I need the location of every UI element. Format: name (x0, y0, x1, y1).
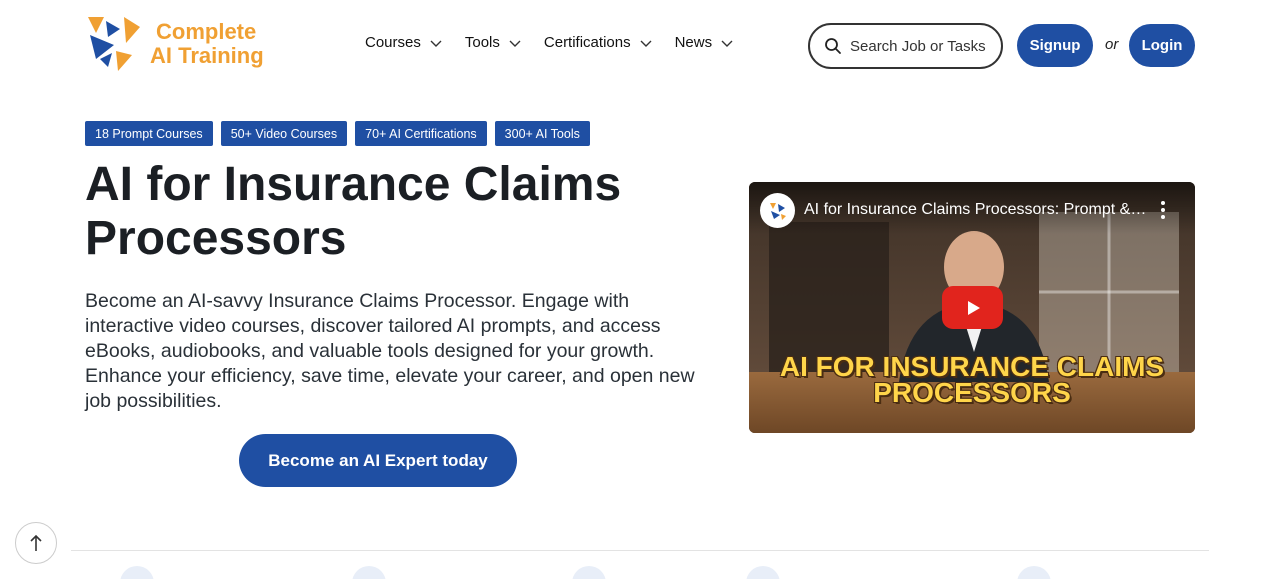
search-input[interactable] (850, 37, 1000, 55)
play-button[interactable] (942, 286, 1003, 329)
scroll-to-top-button[interactable] (15, 522, 57, 564)
logo-icon (88, 17, 140, 71)
tab-icon (1017, 566, 1051, 579)
bottom-tab[interactable] (746, 566, 780, 579)
nav-courses[interactable]: Courses (365, 34, 443, 51)
video-caption: AI FOR INSURANCE CLAIMS PROCESSORS (749, 353, 1195, 408)
arrow-up-icon (30, 534, 42, 551)
signup-button[interactable]: Signup (1017, 24, 1093, 67)
brand-logo[interactable]: Complete AI Training (86, 14, 276, 74)
nav-label: Certifications (543, 34, 631, 51)
badge-video-courses[interactable]: 50+ Video Courses (220, 121, 348, 146)
brand-line-1: Complete (156, 19, 257, 44)
login-button[interactable]: Login (1129, 24, 1195, 67)
chevron-down-icon (509, 40, 521, 47)
hero-description: Become an AI-savvy Insurance Claims Proc… (85, 290, 695, 412)
badge-ai-tools[interactable]: 300+ AI Tools (494, 121, 590, 146)
nav-certifications[interactable]: Certifications (544, 34, 653, 51)
tab-icon (120, 566, 154, 579)
main-nav: Courses Tools Certifications News (365, 34, 756, 51)
chevron-down-icon (721, 40, 733, 47)
search-box[interactable] (808, 23, 1003, 69)
feature-badges: 18 Prompt Courses 50+ Video Courses 70+ … (85, 121, 598, 146)
video-title[interactable]: AI for Insurance Claims Processors: Prom… (804, 201, 1149, 219)
video-caption-line-2: PROCESSORS (873, 377, 1071, 408)
bottom-tab[interactable] (352, 566, 386, 579)
bottom-tab[interactable] (120, 566, 154, 579)
nav-label: Courses (365, 34, 421, 51)
page-title: AI for Insurance Claims Processors (85, 158, 622, 265)
play-icon (967, 300, 980, 315)
bottom-tab[interactable] (572, 566, 606, 579)
search-icon (825, 38, 841, 54)
nav-label: News (674, 34, 713, 51)
chevron-down-icon (640, 40, 652, 47)
video-player[interactable]: AI for Insurance Claims Processors: Prom… (749, 182, 1195, 433)
section-divider (71, 550, 1209, 551)
tab-icon (352, 566, 386, 579)
become-expert-button[interactable]: Become an AI Expert today (239, 434, 517, 487)
tab-icon (572, 566, 606, 579)
badge-ai-certifications[interactable]: 70+ AI Certifications (355, 121, 487, 146)
chevron-down-icon (430, 40, 442, 47)
badge-prompt-courses[interactable]: 18 Prompt Courses (85, 121, 213, 146)
bottom-tab[interactable] (1017, 566, 1051, 579)
bottom-tabs (0, 566, 1280, 579)
channel-avatar[interactable] (760, 193, 795, 228)
brand-line-2: AI Training (150, 43, 264, 68)
nav-label: Tools (464, 34, 500, 51)
or-separator: or (1105, 36, 1119, 53)
logo-icon (769, 202, 786, 220)
more-options-icon[interactable] (1157, 200, 1169, 220)
site-header: Complete AI Training Courses Tools Certi… (0, 0, 1280, 92)
tab-icon (746, 566, 780, 579)
nav-news[interactable]: News (675, 34, 735, 51)
nav-tools[interactable]: Tools (465, 34, 522, 51)
